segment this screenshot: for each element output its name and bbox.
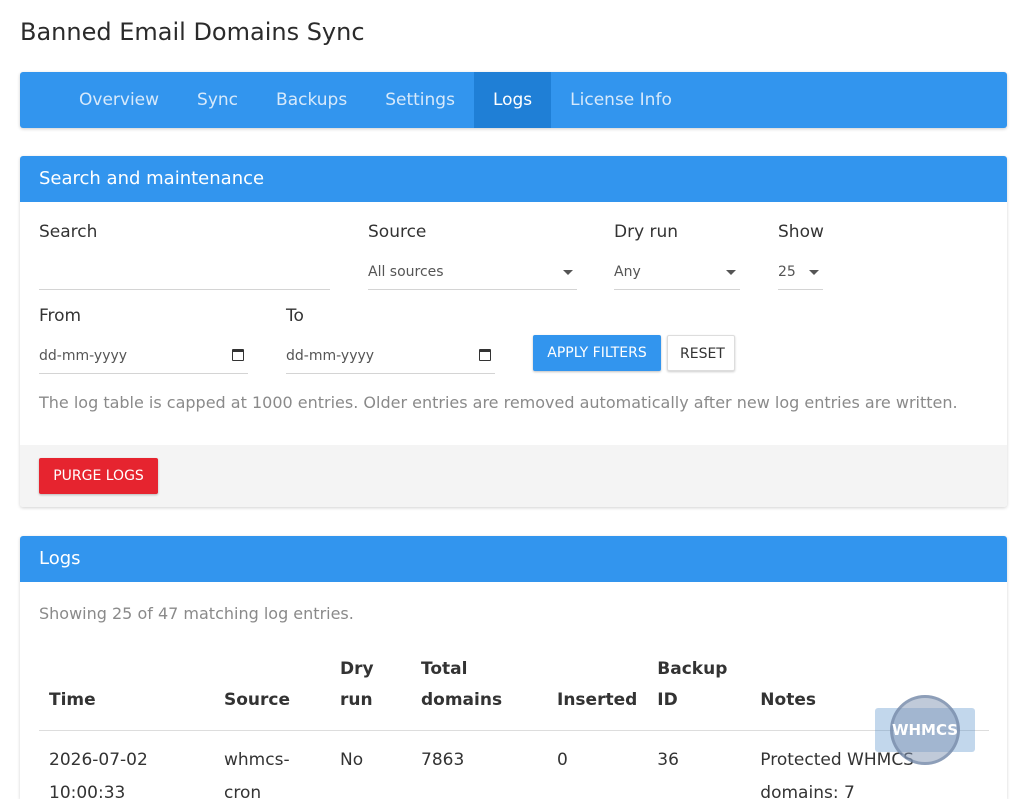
source-select-value: All sources bbox=[368, 264, 444, 280]
chevron-down-icon bbox=[809, 270, 819, 275]
tab-logs[interactable]: Logs bbox=[473, 72, 552, 128]
dry-run-select-value: Any bbox=[614, 264, 641, 280]
to-label: To bbox=[286, 306, 304, 326]
tab-backups[interactable]: Backups bbox=[257, 72, 366, 128]
from-label: From bbox=[39, 306, 82, 326]
col-inserted[interactable]: Inserted bbox=[547, 654, 648, 731]
col-backup-id[interactable]: Backup ID bbox=[647, 654, 751, 731]
reset-button[interactable]: RESET bbox=[667, 335, 735, 371]
logs-table: Time Source Dry run Total domains Insert… bbox=[39, 654, 989, 799]
col-time[interactable]: Time bbox=[39, 654, 214, 731]
table-header-row: Time Source Dry run Total domains Insert… bbox=[39, 654, 989, 731]
show-label: Show bbox=[778, 222, 824, 242]
tab-sync[interactable]: Sync bbox=[178, 72, 257, 128]
search-input[interactable] bbox=[39, 254, 330, 290]
dry-run-label: Dry run bbox=[614, 222, 679, 242]
from-date-placeholder: dd-mm-yyyy bbox=[39, 348, 128, 364]
chevron-down-icon bbox=[563, 270, 573, 275]
cell-backup-id: 36 bbox=[657, 750, 679, 770]
col-total-domains[interactable]: Total domains bbox=[411, 654, 547, 731]
nav-tabs: Overview Sync Backups Settings Logs Lice… bbox=[20, 72, 1007, 128]
apply-filters-button[interactable]: APPLY FILTERS bbox=[533, 335, 661, 371]
to-date-input[interactable]: dd-mm-yyyy bbox=[286, 338, 495, 374]
logs-card-title: Logs bbox=[20, 536, 1007, 582]
show-select-value: 25 bbox=[778, 264, 796, 280]
source-select[interactable]: All sources bbox=[368, 254, 577, 290]
to-date-placeholder: dd-mm-yyyy bbox=[286, 348, 375, 364]
cell-time: 2026-07-02 10:00:33 bbox=[39, 731, 214, 799]
log-cap-note: The log table is capped at 1000 entries.… bbox=[39, 393, 958, 412]
tab-overview[interactable]: Overview bbox=[60, 72, 178, 128]
whmcs-seal-logo: WHMCS bbox=[890, 695, 960, 765]
purge-logs-button[interactable]: PURGE LOGS bbox=[39, 458, 158, 494]
chevron-down-icon bbox=[726, 270, 736, 275]
cell-total-domains: 7863 bbox=[421, 750, 465, 770]
tab-license-info[interactable]: License Info bbox=[551, 72, 691, 128]
cell-dry-run: No bbox=[340, 750, 364, 770]
col-total-domains-label: Total domains bbox=[421, 659, 503, 710]
cell-time-text: 2026-07-02 10:00:33 bbox=[49, 750, 148, 799]
dry-run-select[interactable]: Any bbox=[614, 254, 740, 290]
logs-card: Logs Showing 25 of 47 matching log entri… bbox=[20, 536, 1007, 799]
show-select[interactable]: 25 bbox=[778, 254, 823, 290]
search-card-title: Search and maintenance bbox=[20, 156, 1007, 202]
showing-count: Showing 25 of 47 matching log entries. bbox=[39, 604, 354, 623]
col-source[interactable]: Source bbox=[214, 654, 330, 731]
cell-source: whmcs-cron bbox=[214, 731, 330, 799]
source-label: Source bbox=[368, 222, 427, 242]
col-backup-id-label: Backup ID bbox=[657, 659, 728, 710]
cell-inserted: 0 bbox=[557, 750, 568, 770]
from-date-input[interactable]: dd-mm-yyyy bbox=[39, 338, 248, 374]
tab-settings[interactable]: Settings bbox=[366, 72, 474, 128]
search-maintenance-card: Search and maintenance Search Source All… bbox=[20, 156, 1007, 507]
cell-source-text: whmcs-cron bbox=[224, 750, 290, 799]
calendar-icon[interactable] bbox=[479, 349, 491, 361]
whmcs-watermark: WHMCS bbox=[875, 695, 975, 765]
page-title: Banned Email Domains Sync bbox=[20, 18, 365, 46]
col-dry-run[interactable]: Dry run bbox=[330, 654, 411, 731]
search-label: Search bbox=[39, 222, 98, 242]
maintenance-footer: PURGE LOGS bbox=[20, 445, 1007, 507]
calendar-icon[interactable] bbox=[232, 349, 244, 361]
table-row: 2026-07-02 10:00:33 whmcs-cron No 7863 0… bbox=[39, 731, 989, 799]
col-dry-run-label: Dry run bbox=[340, 659, 374, 710]
